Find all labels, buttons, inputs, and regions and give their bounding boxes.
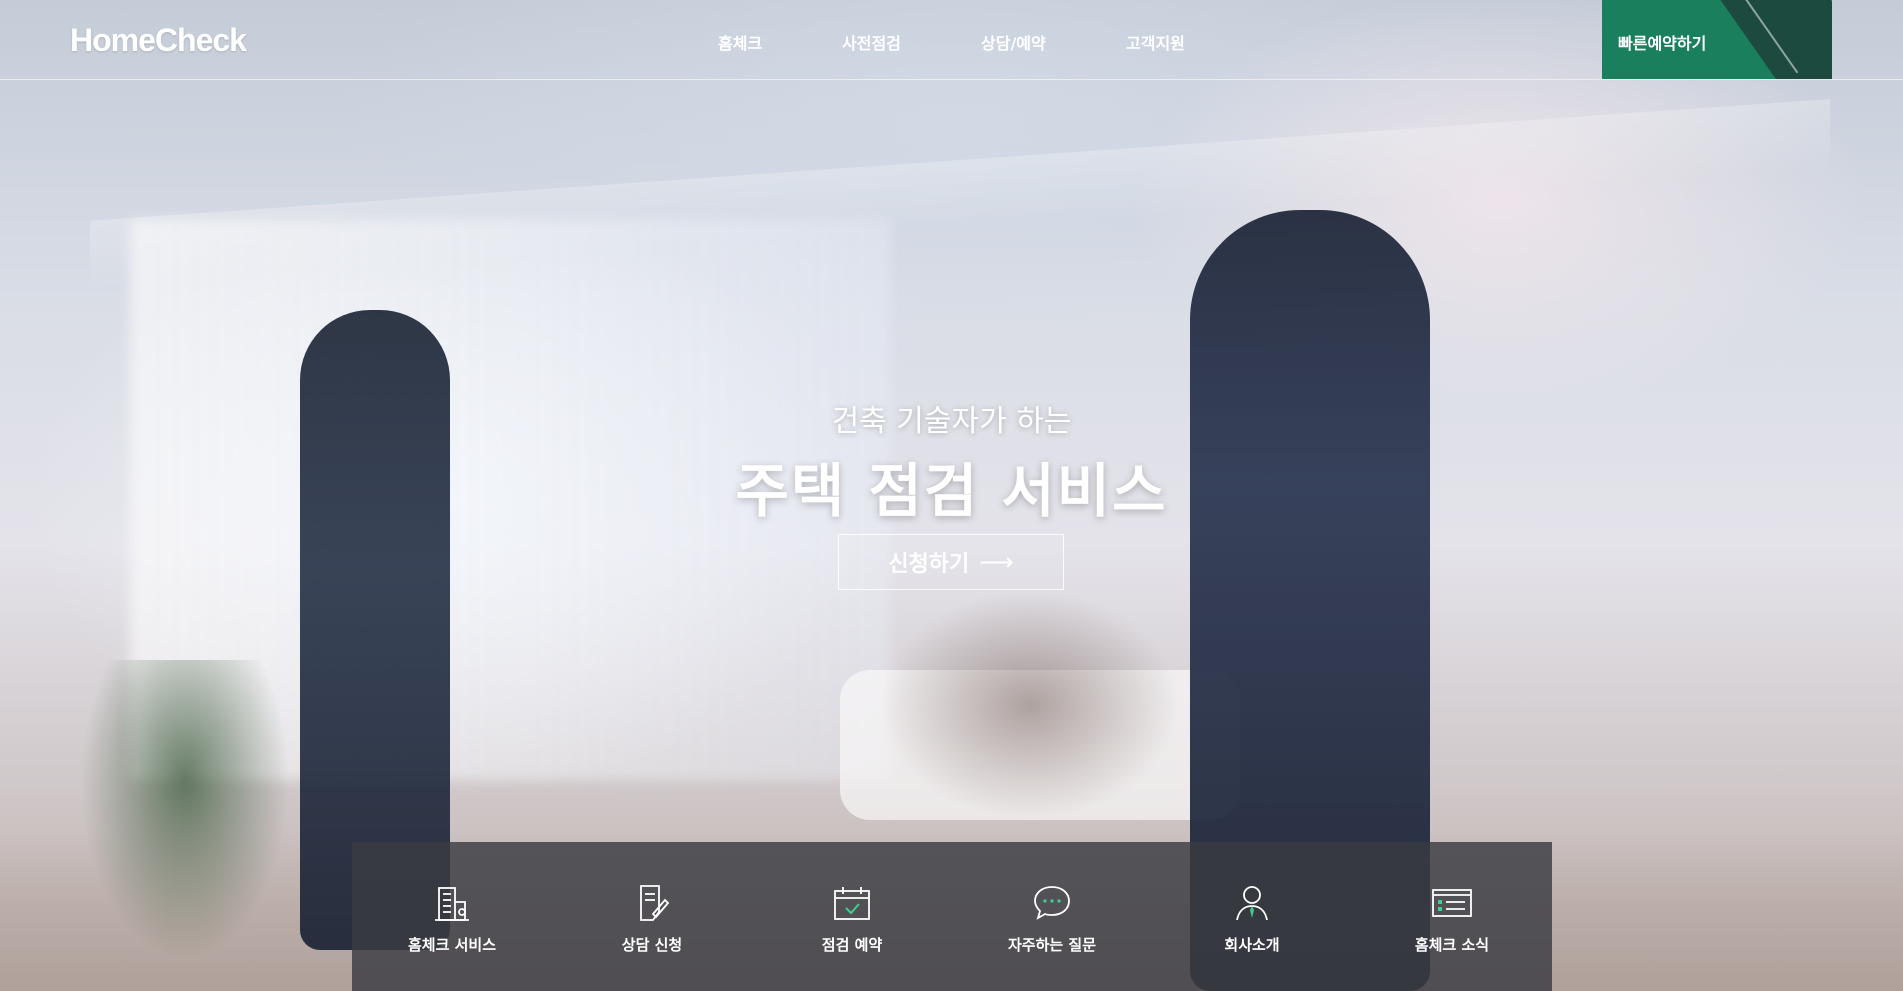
arrow-right-icon: ⟶: [979, 548, 1014, 576]
quick-menu-item-company[interactable]: 회사소개: [1152, 842, 1352, 991]
hero-subtitle: 건축 기술자가 하는: [831, 404, 1072, 439]
quick-menu-label: 회사소개: [1224, 936, 1280, 954]
document-pen-icon: [640, 885, 670, 921]
building-icon: [435, 887, 469, 921]
nav-item-pre-inspection[interactable]: 사전점검: [842, 30, 901, 54]
quick-menu: 홈체크 서비스 상담 신청 점검 예약 자주하는 질문 회사소개 홈체크 소식: [352, 842, 1552, 991]
quick-reserve-label: 빠른예약하기: [1618, 34, 1707, 53]
quick-menu-label: 홈체크 서비스: [407, 936, 497, 954]
site-logo[interactable]: HomeCheck: [70, 22, 247, 59]
nav-item-consult-reserve[interactable]: 상담/예약: [981, 30, 1046, 54]
quick-menu-label: 점검 예약: [821, 936, 883, 954]
quick-menu-item-faq[interactable]: 자주하는 질문: [952, 842, 1152, 991]
chat-bubble-icon: [1034, 886, 1070, 920]
quick-menu-item-reserve[interactable]: 점검 예약: [752, 842, 952, 991]
family-group: [880, 590, 1180, 820]
news-list-icon: [1432, 889, 1472, 917]
person-icon: [1236, 886, 1268, 921]
quick-reserve-button[interactable]: 빠른예약하기: [1602, 0, 1832, 79]
quick-menu-item-consult[interactable]: 상담 신청: [552, 842, 752, 991]
quick-menu-label: 상담 신청: [621, 936, 683, 954]
quick-menu-label: 홈체크 소식: [1414, 936, 1490, 954]
hero-title: 주택 점검 서비스: [735, 457, 1168, 525]
nav-item-homecheck[interactable]: 홈체크: [718, 30, 762, 54]
quick-menu-item-service[interactable]: 홈체크 서비스: [352, 842, 552, 991]
quick-menu-item-news[interactable]: 홈체크 소식: [1352, 842, 1552, 991]
nav-item-customer-support[interactable]: 고객지원: [1126, 30, 1185, 54]
potted-plant: [80, 660, 290, 960]
calendar-check-icon: [834, 887, 870, 920]
apply-button-label: 신청하기: [888, 552, 970, 577]
apply-button[interactable]: 신청하기 ⟶: [838, 534, 1064, 590]
quick-menu-label: 자주하는 질문: [1007, 936, 1097, 954]
site-header: HomeCheck 홈체크 사전점검 상담/예약 고객지원 빠른예약하기: [0, 0, 1903, 80]
